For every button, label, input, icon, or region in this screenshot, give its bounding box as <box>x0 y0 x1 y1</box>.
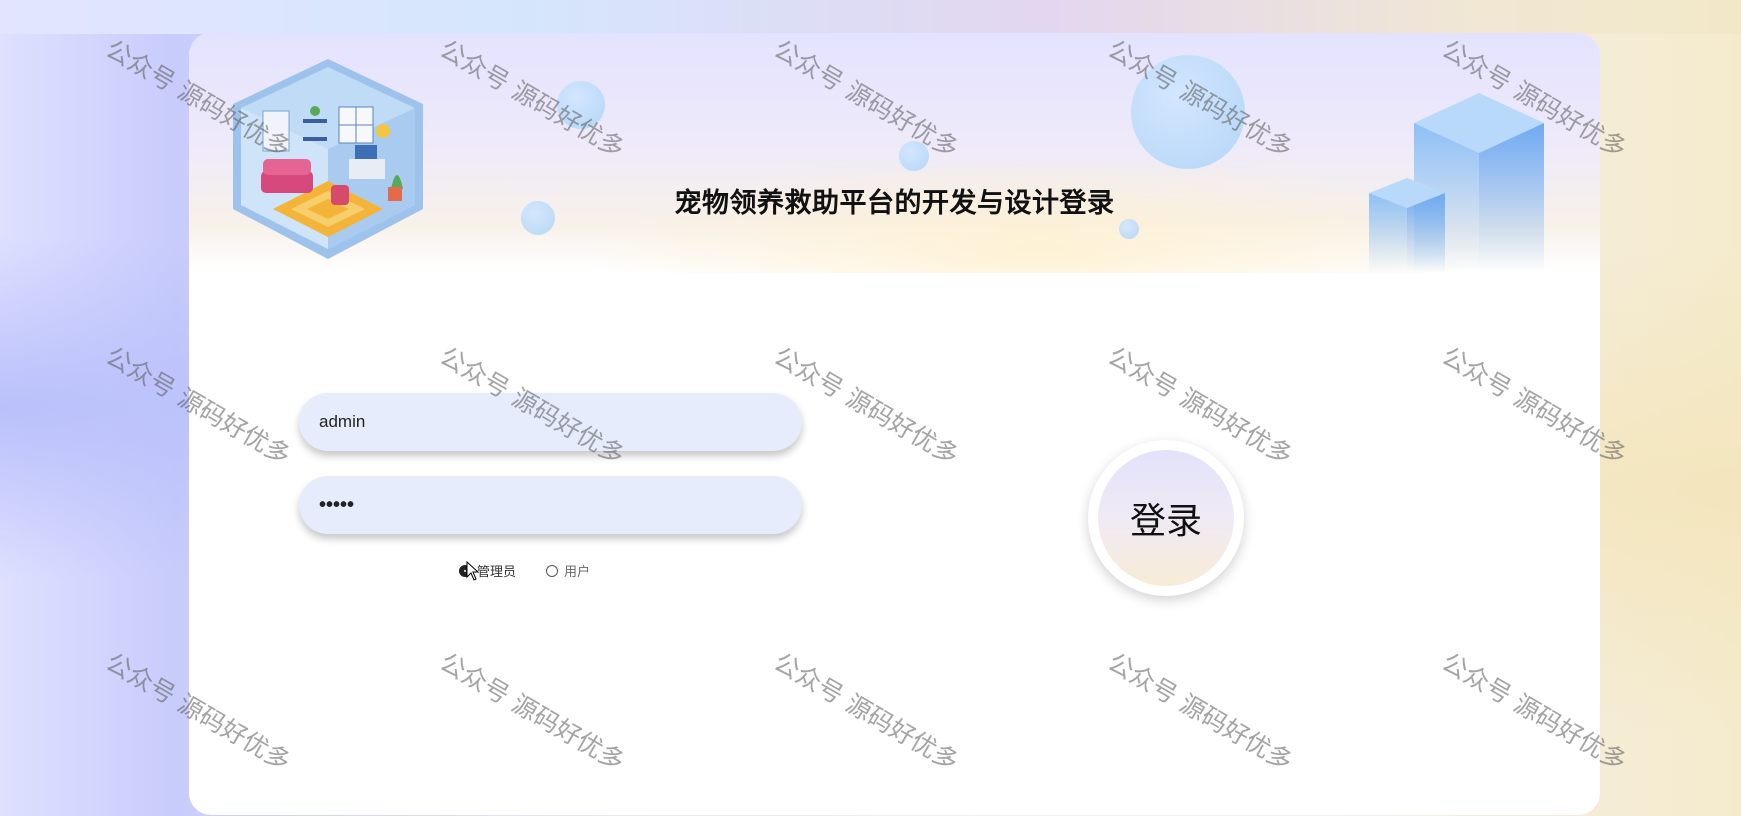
role-selector: 管理员 用户 <box>459 561 620 580</box>
header-banner: 宠物领养救助平台的开发与设计登录 <box>189 33 1600 273</box>
bubble-decoration <box>1131 55 1245 169</box>
radio-unchecked-icon[interactable] <box>546 564 559 577</box>
bubble-decoration <box>1119 219 1139 239</box>
page-title: 宠物领养救助平台的开发与设计登录 <box>674 188 1115 219</box>
login-button-ring: 登录 <box>1088 440 1244 596</box>
login-card: 宠物领养救助平台的开发与设计登录 admin ••••• 管理员 用户 登录 <box>189 33 1600 815</box>
isometric-room-illustration <box>233 59 423 259</box>
role-option-user[interactable]: 用户 <box>546 561 590 580</box>
role-label-user: 用户 <box>564 565 591 580</box>
bubble-decoration <box>557 81 605 129</box>
role-label-admin: 管理员 <box>477 565 517 580</box>
username-field[interactable]: admin <box>299 393 802 451</box>
username-value: admin <box>319 412 366 431</box>
login-button[interactable]: 登录 <box>1098 450 1234 586</box>
mouse-pointer-icon <box>466 561 480 581</box>
password-value: ••••• <box>319 493 355 516</box>
bubble-decoration <box>899 141 929 171</box>
top-gradient-strip <box>0 0 1741 34</box>
password-field[interactable]: ••••• <box>299 476 802 534</box>
